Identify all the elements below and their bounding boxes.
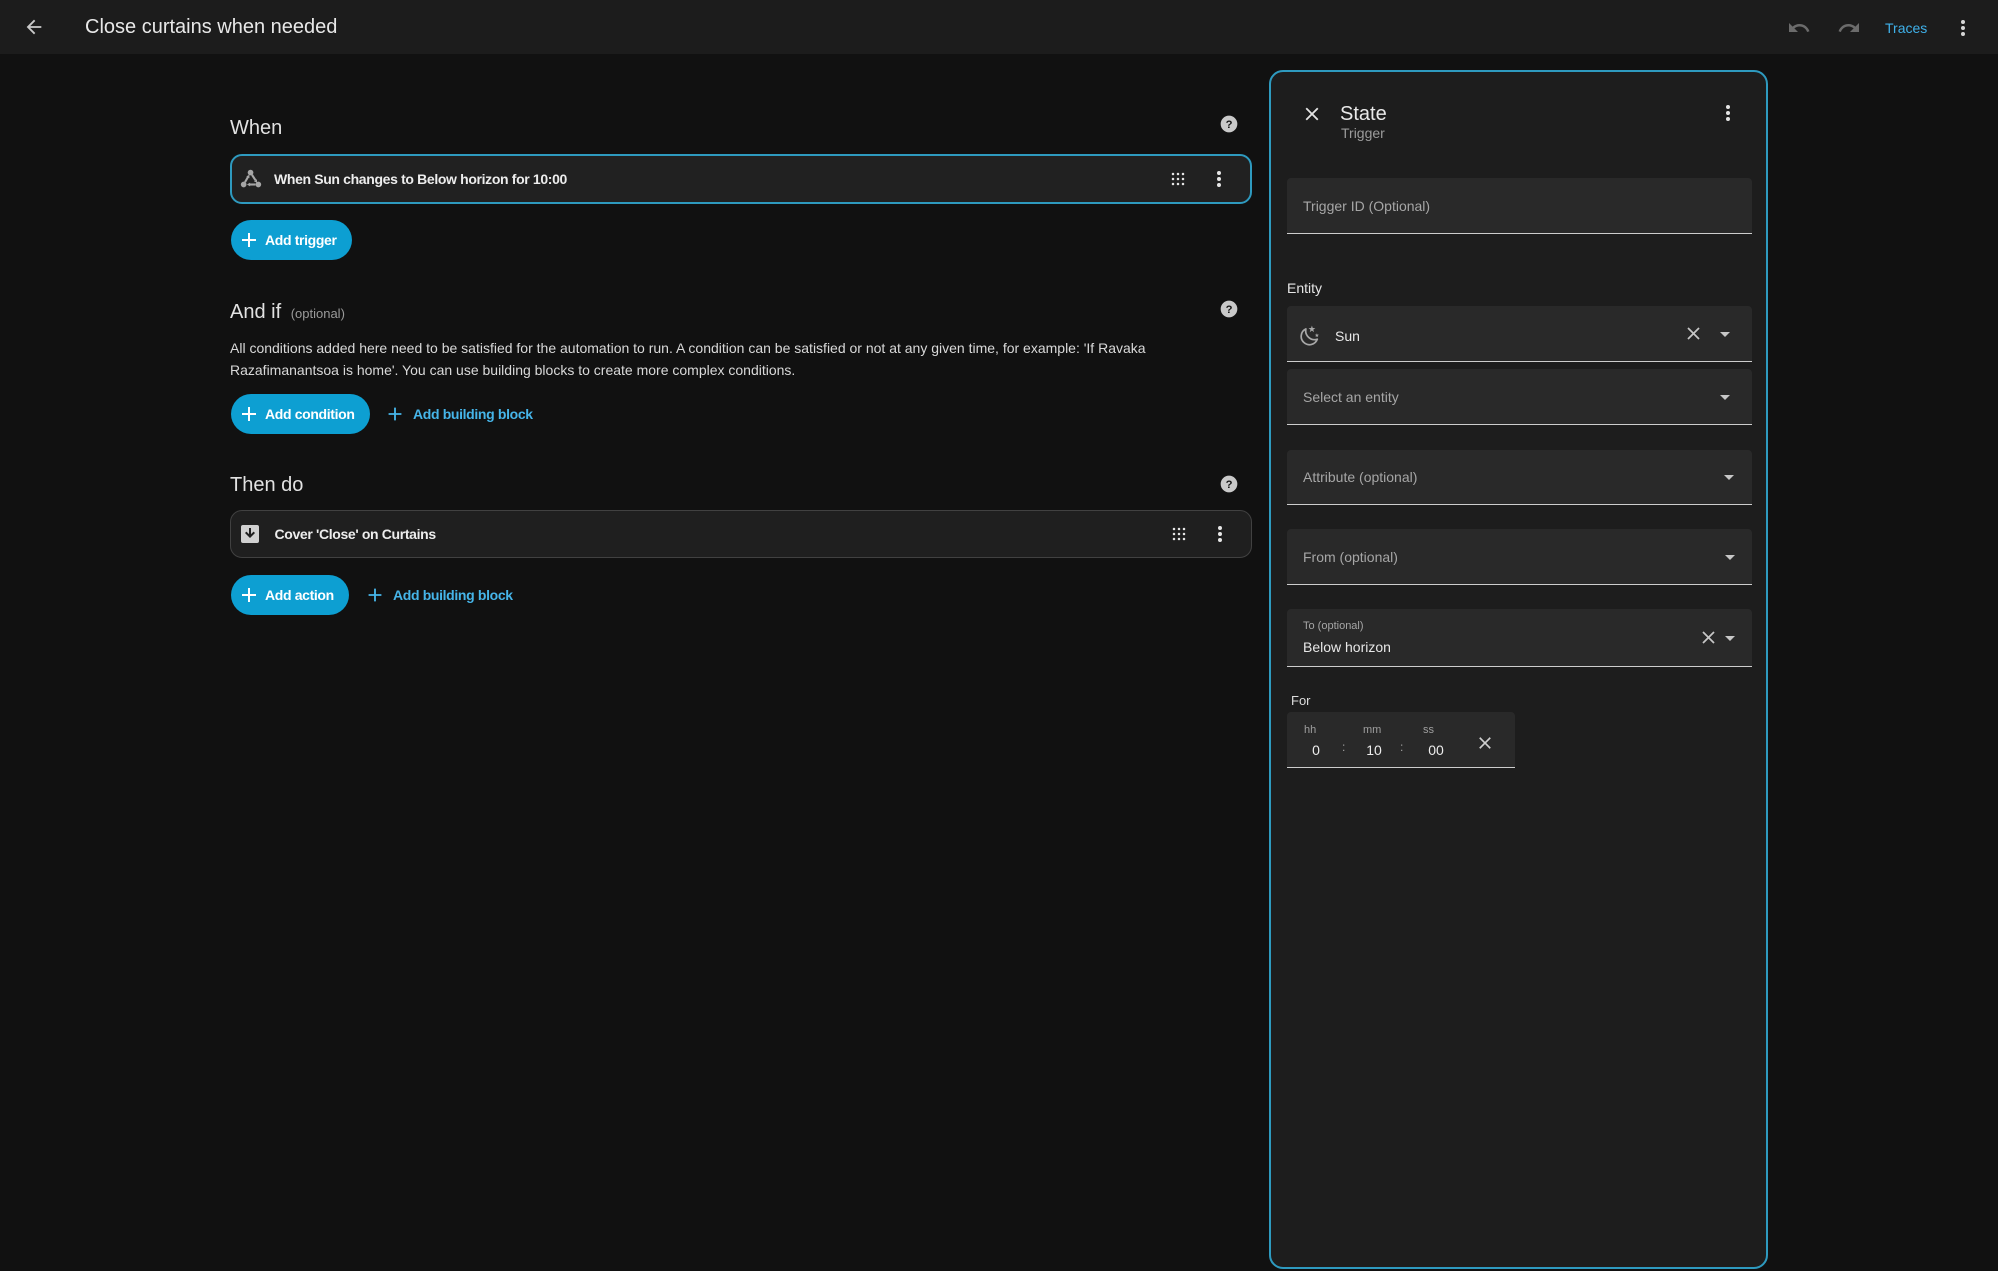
svg-text:?: ? [1226, 479, 1233, 491]
svg-text:?: ? [1226, 119, 1233, 131]
svg-text:?: ? [1226, 304, 1233, 316]
